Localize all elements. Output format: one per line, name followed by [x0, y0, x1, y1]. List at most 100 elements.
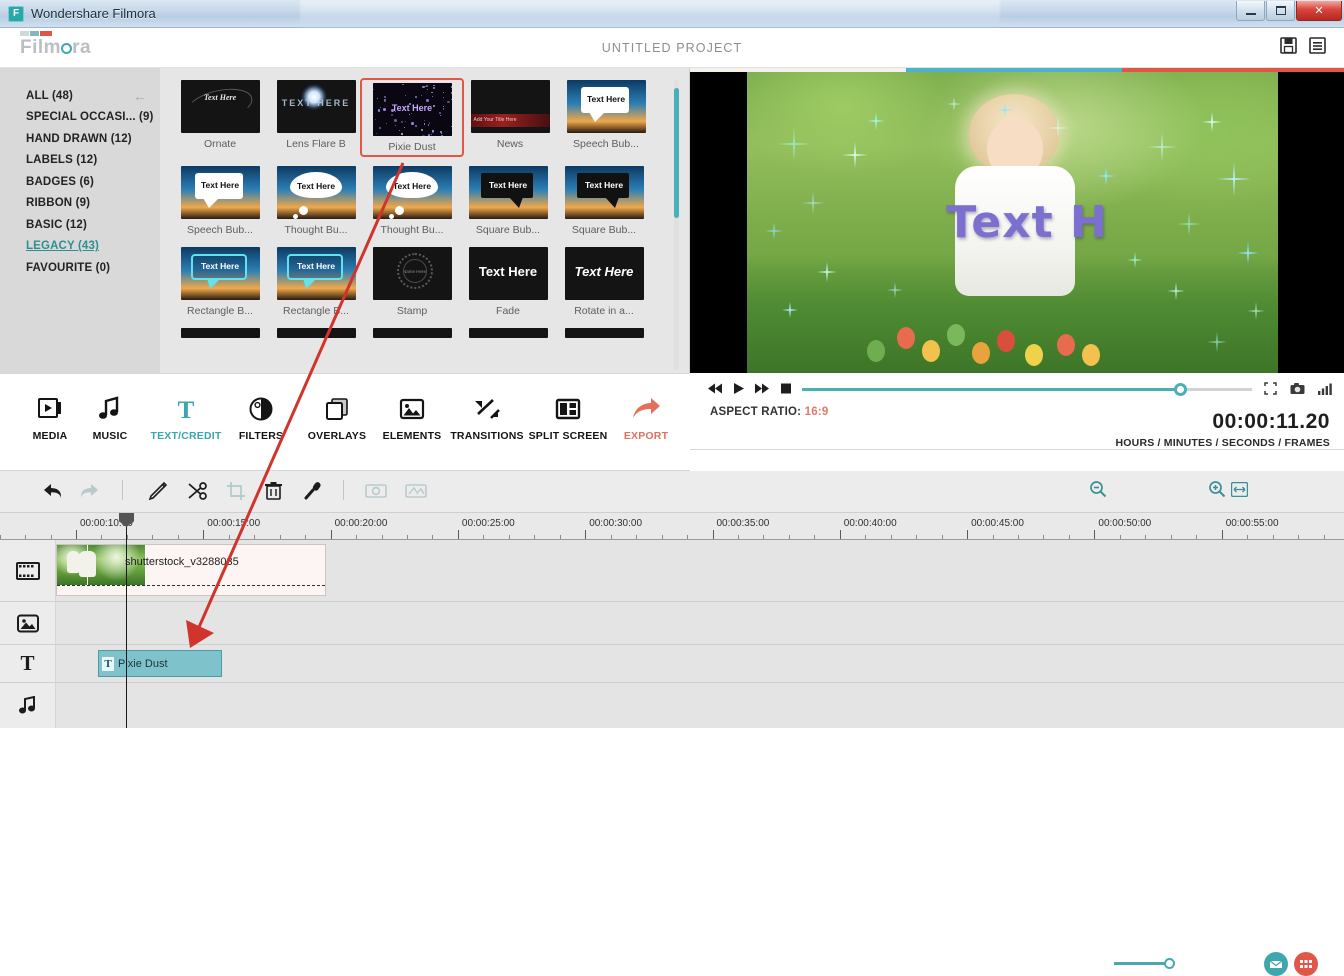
- toolbar-music[interactable]: MUSIC: [67, 394, 153, 442]
- effect-item[interactable]: [364, 328, 460, 338]
- effect-item[interactable]: Text Here Rotate in a...: [556, 247, 652, 317]
- fast-forward-icon[interactable]: [755, 382, 770, 400]
- library-scrollbar-thumb[interactable]: [674, 88, 679, 218]
- effect-item-label: Square Bub...: [475, 224, 541, 236]
- sparkle: [887, 282, 903, 298]
- toolbar-split-screen[interactable]: SPLIT SCREEN: [525, 394, 611, 442]
- category-item-basic[interactable]: BASIC (12): [0, 214, 160, 236]
- sparkle: [1247, 302, 1265, 320]
- text-track-body[interactable]: T Pixie Dust: [56, 645, 1344, 682]
- preview-player[interactable]: Text H: [690, 72, 1344, 373]
- close-button[interactable]: ✕: [1296, 1, 1342, 21]
- toolbar-export[interactable]: EXPORT: [603, 394, 689, 442]
- seek-handle[interactable]: [1174, 383, 1187, 396]
- effect-item[interactable]: Text Here Fade: [460, 247, 556, 317]
- category-item-special[interactable]: SPECIAL OCCASI... (9): [0, 107, 160, 129]
- aspect-ratio-value[interactable]: 16:9: [805, 406, 829, 418]
- delete-icon[interactable]: [264, 481, 283, 506]
- video-clip[interactable]: shutterstock_v3288035: [56, 544, 326, 596]
- audio-track-icon: [18, 696, 35, 714]
- effect-item[interactable]: Text Here Thought Bu...: [268, 166, 364, 236]
- playhead[interactable]: [119, 513, 134, 728]
- effect-item[interactable]: Text Here Rectangle B...: [268, 247, 364, 317]
- undo-icon[interactable]: [42, 481, 64, 506]
- toolbar-filters[interactable]: FILTERS: [218, 394, 304, 442]
- audio-track-body[interactable]: [56, 683, 1344, 728]
- stop-icon[interactable]: [780, 382, 792, 400]
- split-screen-icon: [525, 394, 611, 424]
- text-track[interactable]: T T Pixie Dust: [0, 645, 1344, 683]
- toolbar-text-credit[interactable]: T TEXT/CREDIT: [143, 394, 229, 442]
- effect-item[interactable]: Text Here Square Bub...: [460, 166, 556, 236]
- snapshot-button[interactable]: [1264, 952, 1288, 976]
- effect-item[interactable]: [460, 328, 556, 338]
- category-item-ribbon[interactable]: RIBBON (9): [0, 193, 160, 215]
- toolbar-elements[interactable]: ELEMENTS: [369, 394, 455, 442]
- effect-item[interactable]: Text Here Speech Bub...: [172, 166, 268, 236]
- toolbar-label: TEXT/CREDIT: [150, 430, 222, 442]
- zoom-slider-handle[interactable]: [1163, 958, 1175, 969]
- rewind-icon[interactable]: [708, 382, 723, 400]
- menu-icon[interactable]: [1309, 37, 1326, 54]
- image-track-icon: [16, 614, 39, 632]
- thumb-art: Text Here: [566, 80, 646, 133]
- effect-item[interactable]: Text Here Thought Bu...: [364, 166, 460, 236]
- minimize-button[interactable]: [1236, 1, 1265, 21]
- cut-icon[interactable]: [187, 481, 209, 506]
- voiceover-icon[interactable]: [303, 481, 323, 506]
- timeline-ruler[interactable]: 00:00:10:00 00:00:15:00 00:00:20:00 00:00:2…: [0, 513, 1344, 540]
- effect-item[interactable]: TEXT HERE Lens Flare B: [268, 80, 364, 155]
- image-track-body[interactable]: [56, 602, 1344, 644]
- category-item-favourite[interactable]: FAVOURITE (0): [0, 257, 160, 279]
- effect-item[interactable]: [172, 328, 268, 338]
- effect-item[interactable]: Text Here Pixie Dust: [360, 78, 464, 157]
- ruler-tick-major: [1221, 530, 1223, 539]
- edit-icon[interactable]: [148, 481, 169, 506]
- effect-item[interactable]: Text Here Speech Bub...: [558, 80, 654, 155]
- record-button[interactable]: [1294, 952, 1318, 976]
- effects-grid-wrapper: Text Here Ornate TEXT HERE Lens Flare B Text…: [160, 68, 690, 373]
- camera-icon[interactable]: [1290, 382, 1305, 400]
- audio-track[interactable]: [0, 683, 1344, 728]
- video-track[interactable]: shutterstock_v3288035: [0, 540, 1344, 602]
- signal-icon[interactable]: [1318, 382, 1332, 400]
- video-track-body[interactable]: shutterstock_v3288035: [56, 540, 1344, 601]
- sparkle: [1127, 252, 1143, 268]
- category-item-hand[interactable]: HAND DRAWN (12): [0, 128, 160, 150]
- category-item-legacy[interactable]: LEGACY (43): [0, 236, 160, 258]
- zoom-in-icon[interactable]: [1208, 480, 1226, 503]
- collapse-sidebar-icon[interactable]: ←: [133, 88, 147, 104]
- toolbar-label: MUSIC: [92, 430, 128, 442]
- toolbar-overlays[interactable]: OVERLAYS: [294, 394, 380, 442]
- ruler-tick-major: [1094, 530, 1096, 539]
- effect-item-label: Rectangle B...: [283, 305, 349, 317]
- category-item-badges[interactable]: BADGES (6): [0, 171, 160, 193]
- fullscreen-icon[interactable]: [1264, 382, 1277, 400]
- effect-item[interactable]: Text Here Rectangle B...: [172, 247, 268, 317]
- toolbar-transitions[interactable]: TRANSITIONS: [444, 394, 530, 442]
- toolbar-label: EXPORT: [623, 430, 669, 442]
- image-track[interactable]: [0, 602, 1344, 645]
- effect-item-label: Stamp: [396, 305, 428, 317]
- ruler-tick-minor: [508, 535, 510, 539]
- zoom-slider[interactable]: [1114, 958, 1202, 969]
- text-clip[interactable]: T Pixie Dust: [98, 650, 222, 677]
- ruler-tick-minor: [356, 535, 358, 539]
- zoom-out-icon[interactable]: [1089, 480, 1107, 503]
- effect-item[interactable]: [556, 328, 652, 338]
- ruler-tick-major: [585, 530, 587, 539]
- fit-to-timeline-icon[interactable]: [1230, 481, 1249, 502]
- thumb-art: Name Here: [372, 247, 452, 300]
- sparkle: [777, 127, 811, 161]
- effect-item[interactable]: Add Your Title Here News: [462, 80, 558, 155]
- effect-item[interactable]: Text Here Ornate: [172, 80, 268, 155]
- effect-item[interactable]: Name Here Stamp: [364, 247, 460, 317]
- save-icon[interactable]: [1280, 37, 1297, 54]
- effect-item[interactable]: Text Here Square Bub...: [556, 166, 652, 236]
- maximize-button[interactable]: [1266, 1, 1295, 21]
- play-icon[interactable]: [733, 382, 745, 400]
- thumb-art: Text Here: [564, 247, 644, 300]
- sparkle: [947, 97, 961, 111]
- category-item-labels[interactable]: LABELS (12): [0, 150, 160, 172]
- effect-item[interactable]: [268, 328, 364, 338]
